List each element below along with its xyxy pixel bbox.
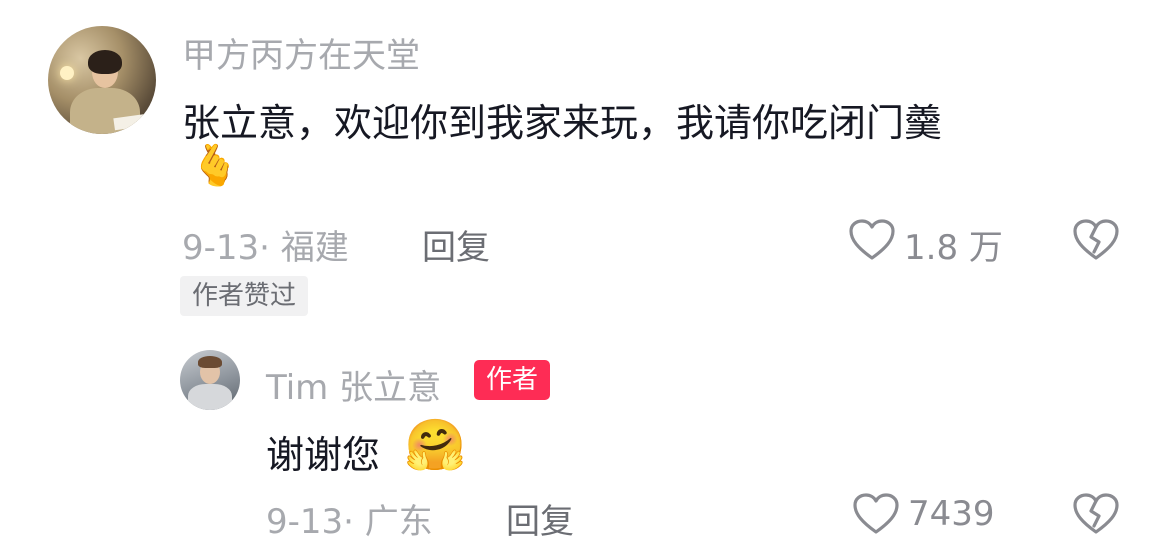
like-count: 1.8 万 — [904, 228, 1003, 268]
reply-meta: 9-13· 广东 — [266, 502, 433, 542]
reply-text: 谢谢您 — [266, 433, 381, 477]
reply-avatar[interactable] — [180, 350, 240, 410]
heart-outline-icon — [849, 219, 895, 260]
dislike-button[interactable] — [1072, 218, 1120, 262]
author-liked-badge: 作者赞过 — [180, 276, 309, 316]
reply-like-button[interactable] — [852, 492, 900, 536]
comment-username[interactable]: 甲方丙方在天堂 — [182, 28, 420, 77]
reply-avatar-hair — [198, 356, 222, 368]
author-badge: 作者 — [474, 360, 551, 400]
broken-heart-icon — [1073, 493, 1119, 534]
reply-avatar-coat — [188, 384, 232, 410]
hug-emoji-icon: 🤗 — [404, 416, 467, 474]
heart-outline-icon — [853, 493, 899, 534]
finger-heart-emoji-icon: 🫰 — [190, 143, 240, 189]
reply-button[interactable]: 回复 — [422, 220, 490, 269]
like-button[interactable] — [848, 218, 896, 262]
reply-username[interactable]: Tim 张立意 — [266, 360, 441, 409]
comment-meta: 9-13· 福建 — [182, 228, 349, 268]
avatar-hair — [88, 50, 122, 74]
avatar-lamp — [60, 66, 74, 80]
reply-reply-button[interactable]: 回复 — [506, 494, 574, 543]
broken-heart-icon — [1073, 219, 1119, 260]
comment-text: 张立意，欢迎你到我家来玩，我请你吃闭门羹 — [182, 101, 943, 145]
reply-like-count: 7439 — [908, 494, 995, 534]
avatar[interactable] — [48, 26, 156, 134]
reply-dislike-button[interactable] — [1072, 492, 1120, 536]
